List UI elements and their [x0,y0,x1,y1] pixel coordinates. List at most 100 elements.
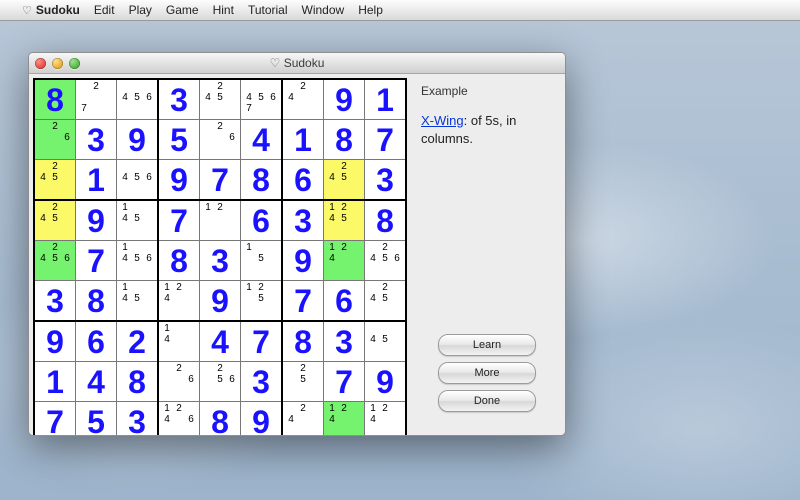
cell-r8-c5[interactable]: 256 [200,362,241,402]
cell-r8-c8[interactable]: 7 [324,362,365,402]
cell-r1-c6[interactable]: 4567 [241,79,283,120]
cell-r5-c8[interactable]: 124 [324,241,365,281]
menu-edit[interactable]: Edit [94,3,115,17]
close-button[interactable] [35,58,46,69]
cell-r5-c9[interactable]: 2456 [365,241,407,281]
cell-r5-c4[interactable]: 8 [158,241,200,281]
cell-candidates: 1245 [326,202,362,235]
cell-value: 3 [76,120,116,159]
cell-r6-c6[interactable]: 125 [241,281,283,322]
cell-r4-c3[interactable]: 145 [117,200,159,241]
cell-r6-c7[interactable]: 7 [282,281,324,322]
cell-r3-c5[interactable]: 7 [200,160,241,201]
cell-r7-c7[interactable]: 8 [282,321,324,362]
menu-play[interactable]: Play [129,3,152,17]
cell-r6-c2[interactable]: 8 [76,281,117,322]
cell-r9-c8[interactable]: 124 [324,402,365,437]
cell-r1-c4[interactable]: 3 [158,79,200,120]
cell-r5-c2[interactable]: 7 [76,241,117,281]
cell-r1-c1[interactable]: 8 [34,79,76,120]
cell-r4-c9[interactable]: 8 [365,200,407,241]
hint-link[interactable]: X-Wing [421,113,464,128]
cell-r6-c1[interactable]: 3 [34,281,76,322]
cell-r7-c5[interactable]: 4 [200,321,241,362]
cell-r1-c9[interactable]: 1 [365,79,407,120]
cell-r9-c9[interactable]: 124 [365,402,407,437]
titlebar[interactable]: ♡ Sudoku [29,53,565,74]
cell-r2-c1[interactable]: 26 [34,120,76,160]
cell-r6-c5[interactable]: 9 [200,281,241,322]
cell-r8-c2[interactable]: 4 [76,362,117,402]
cell-r7-c8[interactable]: 3 [324,321,365,362]
cell-r4-c4[interactable]: 7 [158,200,200,241]
cell-r4-c6[interactable]: 6 [241,200,283,241]
cell-r8-c1[interactable]: 1 [34,362,76,402]
cell-r7-c9[interactable]: 45 [365,321,407,362]
cell-r3-c1[interactable]: 245 [34,160,76,201]
cell-r2-c2[interactable]: 3 [76,120,117,160]
cell-r2-c5[interactable]: 26 [200,120,241,160]
learn-button[interactable]: Learn [438,334,536,356]
zoom-button[interactable] [69,58,80,69]
menu-tutorial[interactable]: Tutorial [248,3,288,17]
cell-r1-c3[interactable]: 456 [117,79,159,120]
cell-r8-c7[interactable]: 25 [282,362,324,402]
menu-hint[interactable]: Hint [213,3,234,17]
cell-r6-c3[interactable]: 145 [117,281,159,322]
cell-r2-c7[interactable]: 1 [282,120,324,160]
cell-r2-c6[interactable]: 4 [241,120,283,160]
cell-r7-c6[interactable]: 7 [241,321,283,362]
cell-r1-c7[interactable]: 24 [282,79,324,120]
cell-r3-c6[interactable]: 8 [241,160,283,201]
done-button[interactable]: Done [438,390,536,412]
cell-r8-c6[interactable]: 3 [241,362,283,402]
cell-r2-c8[interactable]: 8 [324,120,365,160]
cell-r9-c1[interactable]: 7 [34,402,76,437]
cell-r4-c5[interactable]: 12 [200,200,241,241]
cell-r9-c5[interactable]: 8 [200,402,241,437]
cell-r7-c2[interactable]: 6 [76,321,117,362]
cell-r9-c4[interactable]: 1246 [158,402,200,437]
more-button[interactable]: More [438,362,536,384]
cell-r1-c8[interactable]: 9 [324,79,365,120]
minimize-button[interactable] [52,58,63,69]
cell-r3-c2[interactable]: 1 [76,160,117,201]
cell-r8-c4[interactable]: 26 [158,362,200,402]
cell-r5-c6[interactable]: 15 [241,241,283,281]
cell-r3-c3[interactable]: 456 [117,160,159,201]
cell-r2-c3[interactable]: 9 [117,120,159,160]
cell-r4-c1[interactable]: 245 [34,200,76,241]
cell-r5-c7[interactable]: 9 [282,241,324,281]
cell-r1-c2[interactable]: 27 [76,79,117,120]
cell-r4-c8[interactable]: 1245 [324,200,365,241]
cell-r5-c3[interactable]: 1456 [117,241,159,281]
menu-app-name[interactable]: Sudoku [36,3,80,17]
menu-game[interactable]: Game [166,3,199,17]
cell-r9-c6[interactable]: 9 [241,402,283,437]
cell-r7-c4[interactable]: 14 [158,321,200,362]
cell-r8-c3[interactable]: 8 [117,362,159,402]
cell-r7-c1[interactable]: 9 [34,321,76,362]
cell-r7-c3[interactable]: 2 [117,321,159,362]
menu-window[interactable]: Window [302,3,345,17]
cell-r9-c3[interactable]: 3 [117,402,159,437]
menu-help[interactable]: Help [358,3,383,17]
sudoku-board[interactable]: 8274563245456724912639526418724514569786… [33,78,407,436]
cell-r2-c9[interactable]: 7 [365,120,407,160]
cell-r4-c2[interactable]: 9 [76,200,117,241]
cell-r1-c5[interactable]: 245 [200,79,241,120]
cell-r3-c9[interactable]: 3 [365,160,407,201]
cell-r9-c2[interactable]: 5 [76,402,117,437]
cell-r2-c4[interactable]: 5 [158,120,200,160]
cell-r6-c4[interactable]: 124 [158,281,200,322]
cell-r3-c8[interactable]: 245 [324,160,365,201]
cell-r8-c9[interactable]: 9 [365,362,407,402]
cell-r5-c1[interactable]: 2456 [34,241,76,281]
cell-r3-c4[interactable]: 9 [158,160,200,201]
cell-r5-c5[interactable]: 3 [200,241,241,281]
cell-r6-c9[interactable]: 245 [365,281,407,322]
cell-r4-c7[interactable]: 3 [282,200,324,241]
cell-r9-c7[interactable]: 24 [282,402,324,437]
cell-r3-c7[interactable]: 6 [282,160,324,201]
cell-r6-c8[interactable]: 6 [324,281,365,322]
